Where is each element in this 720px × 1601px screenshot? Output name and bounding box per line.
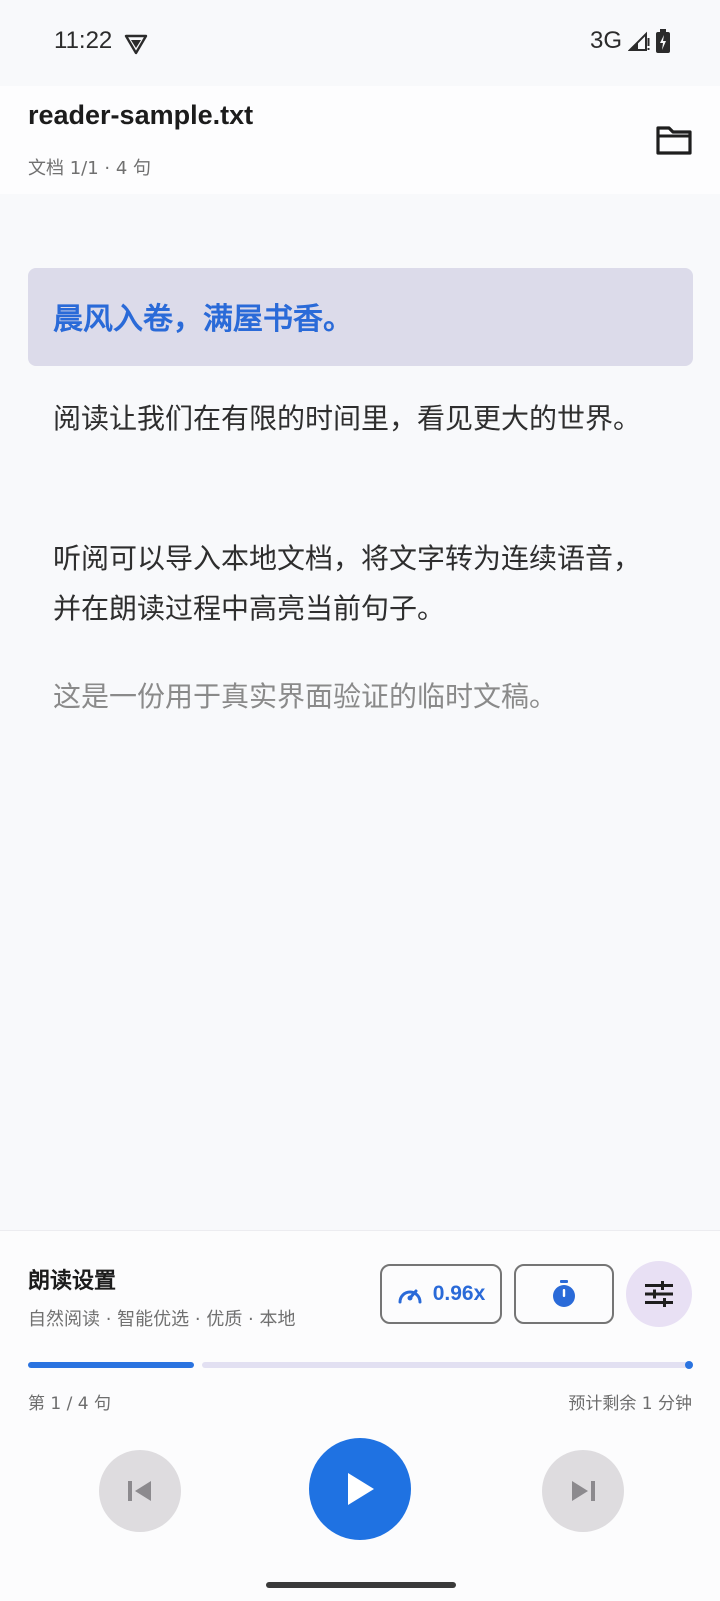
vpn-shield-icon (124, 34, 148, 55)
document-title: reader-sample.txt (28, 100, 254, 130)
sentence-item[interactable]: 阅读让我们在有限的时间里，看见更大的世界。 (53, 394, 653, 444)
status-time: 11:22 (54, 27, 113, 54)
status-indicators: 3G (590, 27, 670, 55)
player-panel: 朗读设置 自然阅读 · 智能优选 · 优质 · 本地 0.96x 第 1 / 4… (0, 1230, 720, 1601)
progress-end-dot (685, 1361, 693, 1369)
sleep-timer-button[interactable] (514, 1264, 614, 1324)
open-folder-button[interactable] (646, 112, 702, 168)
battery-icon (656, 29, 670, 53)
settings-summary: 自然阅读 · 智能优选 · 优质 · 本地 (28, 1309, 296, 1330)
sentence-position: 第 1 / 4 句 (28, 1394, 111, 1414)
sentence-item[interactable]: 这是一份用于真实界面验证的临时文稿。 (53, 672, 653, 722)
time-remaining: 预计剩余 1 分钟 (568, 1394, 692, 1414)
speed-button[interactable]: 0.96x (380, 1264, 502, 1324)
app-bar: reader-sample.txt 文档 1/1 · 4 句 (0, 86, 720, 194)
play-icon (348, 1473, 374, 1505)
play-button[interactable] (309, 1438, 411, 1540)
reader-content[interactable]: 晨风入卷，满屋书香。 阅读让我们在有限的时间里，看见更大的世界。 听阅可以导入本… (0, 194, 720, 1230)
home-indicator[interactable] (266, 1582, 456, 1588)
network-type: 3G (589, 27, 622, 54)
sentence-current[interactable]: 晨风入卷，满屋书香。 (53, 295, 653, 345)
sentence-item[interactable]: 听阅可以导入本地文档，将文字转为连续语音，并在朗读过程中高亮当前句子。 (53, 534, 653, 634)
speed-label: 0.96x (432, 1282, 486, 1305)
progress-remaining (202, 1362, 693, 1368)
speedometer-icon (398, 1289, 422, 1304)
previous-sentence-button[interactable] (99, 1450, 181, 1532)
progress-fill (28, 1362, 194, 1368)
document-meta: 文档 1/1 · 4 句 (28, 158, 152, 179)
settings-title: 朗读设置 (28, 1269, 117, 1294)
signal-icon (628, 31, 650, 51)
skip-next-icon (572, 1481, 595, 1501)
next-sentence-button[interactable] (542, 1450, 624, 1532)
skip-previous-icon (128, 1481, 151, 1501)
timer-icon (553, 1280, 575, 1307)
tune-settings-button[interactable] (626, 1261, 692, 1327)
reading-progress-bar[interactable] (28, 1361, 693, 1369)
status-bar: 11:22 3G (0, 0, 720, 86)
folder-icon (656, 126, 692, 155)
tune-icon (645, 1281, 673, 1307)
